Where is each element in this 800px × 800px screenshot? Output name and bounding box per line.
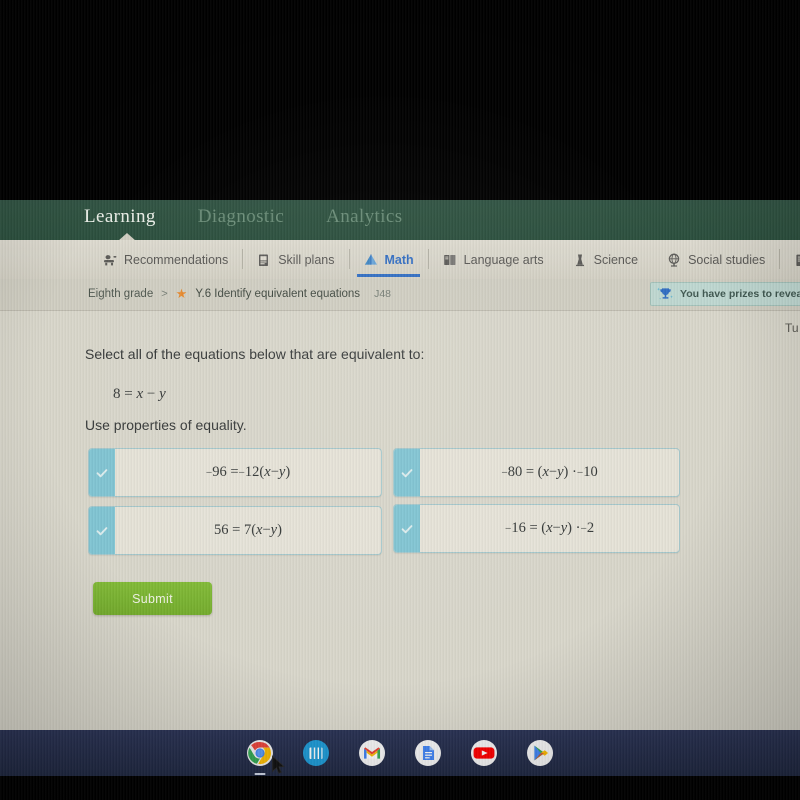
math-pyramid-icon <box>364 253 377 265</box>
answer-choice[interactable]: −80 = (x − y) · −10 <box>393 448 680 497</box>
breadcrumb-skill-code: J48 <box>374 287 391 300</box>
check-icon <box>401 468 413 477</box>
tab-tn-standards[interactable]: TN St <box>779 240 800 279</box>
breadcrumb-grade[interactable]: Eighth grade <box>88 288 153 300</box>
photographed-screen: Learning Diagnostic Analytics Recommenda <box>0 0 800 800</box>
breadcrumb-separator: > <box>161 287 168 300</box>
choice-text: −80 = (x − y) · −10 <box>501 464 598 480</box>
answer-choice[interactable]: 56 = 7(x − y) <box>88 506 382 555</box>
files-icon[interactable] <box>301 738 331 768</box>
recommendations-icon <box>104 254 117 265</box>
breadcrumb: Eighth grade > ★ Y.6 Identify equivalent… <box>88 287 391 300</box>
tab-math[interactable]: Math <box>348 240 428 279</box>
star-icon[interactable]: ★ <box>176 287 188 300</box>
trophy-icon <box>657 287 673 300</box>
book-icon <box>443 254 456 265</box>
choice-checkbox[interactable] <box>89 449 115 496</box>
tab-label: Science <box>593 252 639 267</box>
choice-checkbox[interactable] <box>394 505 420 552</box>
check-icon <box>401 524 413 533</box>
nav-item-learning[interactable]: Learning <box>84 206 156 228</box>
app-running-indicator <box>254 773 266 775</box>
breadcrumb-skill: Y.6 Identify equivalent equations <box>195 287 361 300</box>
nav-item-analytics[interactable]: Analytics <box>326 206 402 228</box>
tab-label: Math <box>384 252 414 267</box>
skill-plans-icon <box>259 254 269 266</box>
tab-divider <box>427 249 429 269</box>
question-equation: 8 = x − y <box>113 386 166 402</box>
choice-text: −96 = −12(x − y) <box>205 464 291 480</box>
mouse-cursor <box>272 755 285 774</box>
question-hint: Use properties of equality. <box>85 417 247 433</box>
tab-divider <box>779 249 781 269</box>
tab-label: Language arts <box>463 252 544 267</box>
subject-tab-strip: Recommendations Skill plans Math Languag… <box>0 240 800 280</box>
check-icon <box>96 468 108 477</box>
gmail-icon[interactable] <box>357 738 387 768</box>
nav-item-diagnostic[interactable]: Diagnostic <box>198 206 284 228</box>
tab-label: Social studies <box>688 252 766 267</box>
question-prompt: Select all of the equations below that a… <box>85 346 425 362</box>
tab-language-arts[interactable]: Language arts <box>427 240 558 279</box>
youtube-icon[interactable] <box>469 738 499 768</box>
docs-icon[interactable] <box>413 738 443 768</box>
choice-text: −16 = (x − y) · −2 <box>504 520 595 536</box>
choice-checkbox[interactable] <box>89 507 115 554</box>
question-area: Select all of the equations below that a… <box>0 310 800 730</box>
tab-label: Skill plans <box>278 252 335 267</box>
chromebook-screen: Learning Diagnostic Analytics Recommenda <box>0 200 800 774</box>
tab-recommendations[interactable]: Recommendations <box>88 240 242 279</box>
tab-skill-plans[interactable]: Skill plans <box>242 240 348 279</box>
tab-social-studies[interactable]: Social studies <box>652 240 779 279</box>
answer-choice[interactable]: −16 = (x − y) · −2 <box>393 504 680 553</box>
tab-divider <box>242 249 244 269</box>
choice-checkbox[interactable] <box>394 449 420 496</box>
prizes-label: You have prizes to reveal <box>680 288 800 300</box>
header-nav: Learning Diagnostic Analytics <box>84 206 403 228</box>
tab-divider <box>348 249 350 269</box>
globe-icon <box>668 253 680 267</box>
prizes-banner[interactable]: You have prizes to reveal <box>650 282 800 306</box>
check-icon <box>96 526 108 535</box>
ixl-header: Learning Diagnostic Analytics <box>0 200 800 241</box>
tab-science[interactable]: Science <box>558 240 652 279</box>
clipboard-icon <box>796 254 800 266</box>
chromeos-shelf <box>0 730 800 776</box>
choice-text: 56 = 7(x − y) <box>214 522 282 538</box>
screen-bottom-bezel <box>0 776 800 800</box>
microscope-icon <box>575 254 584 266</box>
play-store-icon[interactable] <box>525 738 555 768</box>
answer-choice[interactable]: −96 = −12(x − y) <box>88 448 382 497</box>
tab-active-underline <box>356 274 420 277</box>
submit-button[interactable]: Submit <box>93 582 212 615</box>
tab-label: Recommendations <box>124 252 229 267</box>
